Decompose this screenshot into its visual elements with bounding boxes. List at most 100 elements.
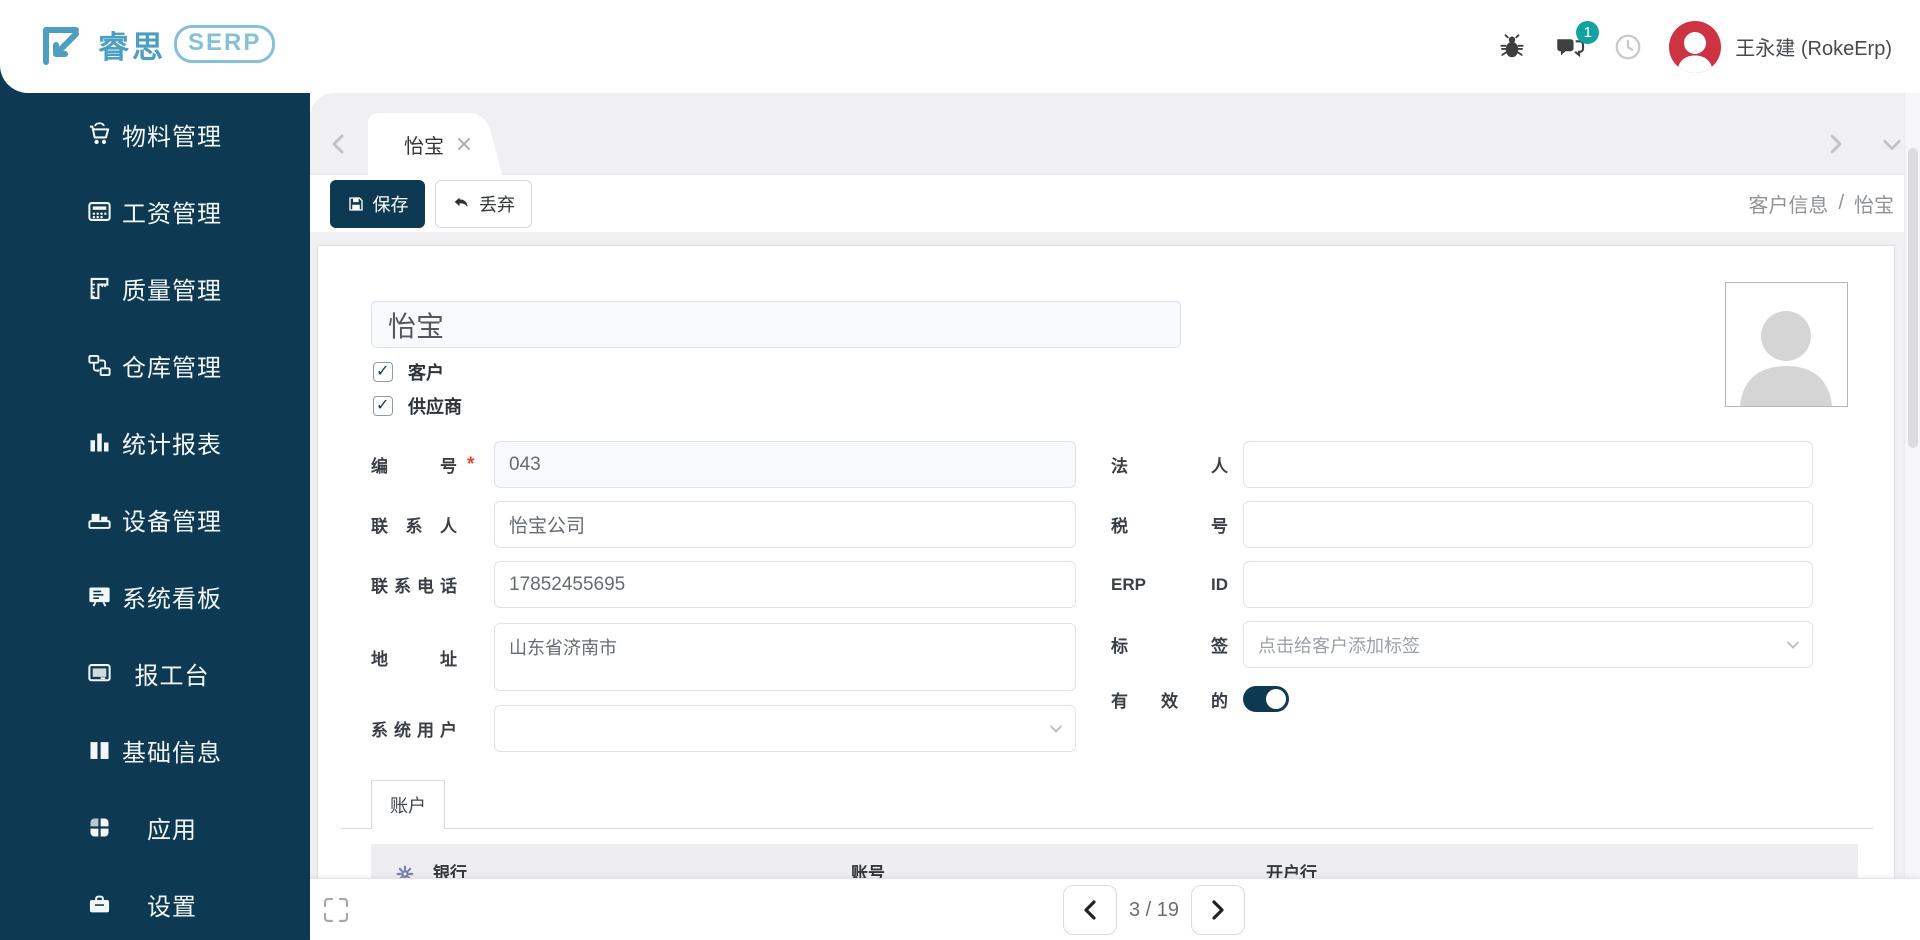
apps-icon: [86, 814, 113, 841]
customer-checkbox-label: 客户: [408, 363, 444, 383]
sidebar: 物料管理 工资管理 质量管理 仓库管理 统计报表 设备管理 系统看板 报工台 基…: [0, 0, 310, 940]
sidebar-item-label: 系统看板: [122, 586, 222, 613]
sidebar-item-warehouse[interactable]: 仓库管理: [0, 327, 310, 404]
system-user-field-row: 系统用户: [371, 705, 1076, 752]
phone-label: 联系电话: [371, 577, 457, 596]
sidebar-item-materials[interactable]: 物料管理: [0, 96, 310, 173]
tabs-scroll-right-icon[interactable]: [1826, 133, 1846, 155]
sidebar-item-base-info[interactable]: 基础信息: [0, 712, 310, 789]
sidebar-item-quality[interactable]: 质量管理: [0, 250, 310, 327]
workstation-icon: [86, 660, 113, 687]
message-count-badge: 1: [1576, 20, 1600, 44]
legal-person-field-row: 法人: [1111, 441, 1813, 488]
next-record-button[interactable]: [1191, 885, 1245, 935]
person-silhouette-icon: [1740, 311, 1832, 406]
scrollbar-thumb[interactable]: [1908, 148, 1918, 448]
user-menu[interactable]: 王永建 (RokeErp): [1669, 20, 1892, 73]
main-region: 怡宝 保存 丢弃 客户信息 / 怡宝 怡宝 ✓ 客户 ✓ 供应商 编号 * 04…: [310, 93, 1920, 940]
customer-checkbox-row[interactable]: 客户: [373, 359, 444, 385]
sidebar-item-label: 工资管理: [122, 201, 222, 228]
erp-id-field-row: ERP ID: [1111, 561, 1813, 608]
bug-report-icon[interactable]: [1497, 32, 1527, 62]
tab-customer-yibao[interactable]: 怡宝: [368, 113, 476, 175]
tax-no-input[interactable]: [1243, 501, 1813, 548]
sidebar-item-label: 基础信息: [122, 740, 222, 767]
tabs-dropdown-icon[interactable]: [1882, 133, 1902, 155]
tags-placeholder: 点击给客户添加标签: [1258, 635, 1420, 656]
fullscreen-icon[interactable]: [320, 894, 352, 926]
kanban-icon: [86, 583, 113, 610]
customer-name-input[interactable]: [371, 301, 1181, 348]
address-label: 地址: [371, 649, 457, 669]
tax-no-label: 税号: [1111, 517, 1228, 536]
customer-form-card: 客户 供应商 编号 * 联系人 联系电话: [317, 245, 1895, 905]
discard-button[interactable]: 丢弃: [435, 179, 532, 228]
sidebar-item-label: 应用: [147, 817, 197, 844]
sidebar-item-label: 设备管理: [122, 509, 222, 536]
activity-clock-icon[interactable]: [1613, 32, 1643, 62]
equipment-icon: [86, 506, 113, 533]
customer-checkbox[interactable]: [373, 361, 393, 382]
address-textarea[interactable]: 山东省济南市: [494, 623, 1076, 691]
notebook-divider: [341, 828, 1873, 829]
sidebar-item-reports[interactable]: 统计报表: [0, 404, 310, 481]
content-area: 客户 供应商 编号 * 联系人 联系电话: [310, 232, 1920, 905]
erp-id-input[interactable]: [1243, 561, 1813, 608]
vertical-scrollbar[interactable]: [1904, 93, 1920, 878]
top-header: 睿思 SERP 1 王永建 (RokeErp): [0, 0, 1920, 93]
sidebar-item-label: 物料管理: [122, 124, 222, 151]
save-icon: [348, 196, 363, 211]
active-toggle[interactable]: [1243, 686, 1289, 712]
breadcrumb-parent[interactable]: 客户信息: [1748, 189, 1828, 218]
supplier-checkbox-label: 供应商: [408, 397, 462, 417]
tabs-scroll-left-icon[interactable]: [328, 133, 348, 155]
system-user-select[interactable]: [494, 705, 1076, 752]
breadcrumb-separator: /: [1838, 192, 1844, 214]
undo-icon: [454, 197, 468, 208]
code-label: 编号: [371, 457, 457, 476]
contact-label: 联系人: [371, 517, 457, 536]
breadcrumb-current: 怡宝: [1854, 195, 1894, 217]
sidebar-item-equipment[interactable]: 设备管理: [0, 481, 310, 558]
logo-suffix-badge: SERP: [174, 25, 276, 63]
sidebar-item-label: 质量管理: [122, 278, 222, 305]
settings-icon: [86, 891, 113, 918]
previous-record-button[interactable]: [1063, 885, 1117, 935]
active-field-row: 有效的: [1111, 686, 1289, 712]
tab-label: 怡宝: [404, 135, 444, 158]
customer-photo-placeholder[interactable]: [1725, 282, 1848, 407]
discard-label: 丢弃: [479, 194, 515, 215]
tab-close-icon[interactable]: [456, 136, 472, 152]
sidebar-item-settings[interactable]: 设置: [0, 866, 310, 940]
chevron-down-icon: [1787, 641, 1799, 649]
legal-person-input[interactable]: [1243, 441, 1813, 488]
tags-select[interactable]: 点击给客户添加标签: [1243, 621, 1813, 668]
supplier-checkbox[interactable]: [373, 395, 393, 416]
tags-field-row: 标签 点击给客户添加标签: [1111, 621, 1813, 668]
app-logo[interactable]: 睿思 SERP: [36, 18, 276, 70]
sidebar-item-apps[interactable]: 应用: [0, 789, 310, 866]
phone-input[interactable]: [494, 561, 1076, 608]
supplier-checkbox-row[interactable]: 供应商: [373, 393, 462, 419]
code-input[interactable]: [494, 441, 1076, 488]
save-label: 保存: [372, 194, 409, 215]
chevron-down-icon: [1050, 725, 1062, 733]
toggle-knob: [1266, 689, 1286, 709]
tab-accounts[interactable]: 账户: [371, 780, 445, 829]
contact-input[interactable]: [494, 501, 1076, 548]
sidebar-item-payroll[interactable]: 工资管理: [0, 173, 310, 250]
tax-no-field-row: 税号: [1111, 501, 1813, 548]
warehouse-icon: [86, 352, 113, 379]
form-toolbar: 保存 丢弃 客户信息 / 怡宝: [310, 175, 1920, 232]
record-pager: 3 / 19: [1063, 885, 1245, 935]
legal-person-label: 法人: [1111, 457, 1228, 476]
sidebar-item-workstation[interactable]: 报工台: [0, 635, 310, 712]
user-avatar: [1669, 20, 1722, 73]
messages-button[interactable]: 1: [1553, 20, 1600, 64]
quality-icon: [86, 275, 113, 302]
save-button[interactable]: 保存: [330, 179, 425, 228]
sidebar-item-label: 仓库管理: [122, 355, 222, 382]
contact-field-row: 联系人: [371, 501, 1076, 548]
sidebar-item-dashboard[interactable]: 系统看板: [0, 558, 310, 635]
payroll-icon: [86, 198, 113, 225]
